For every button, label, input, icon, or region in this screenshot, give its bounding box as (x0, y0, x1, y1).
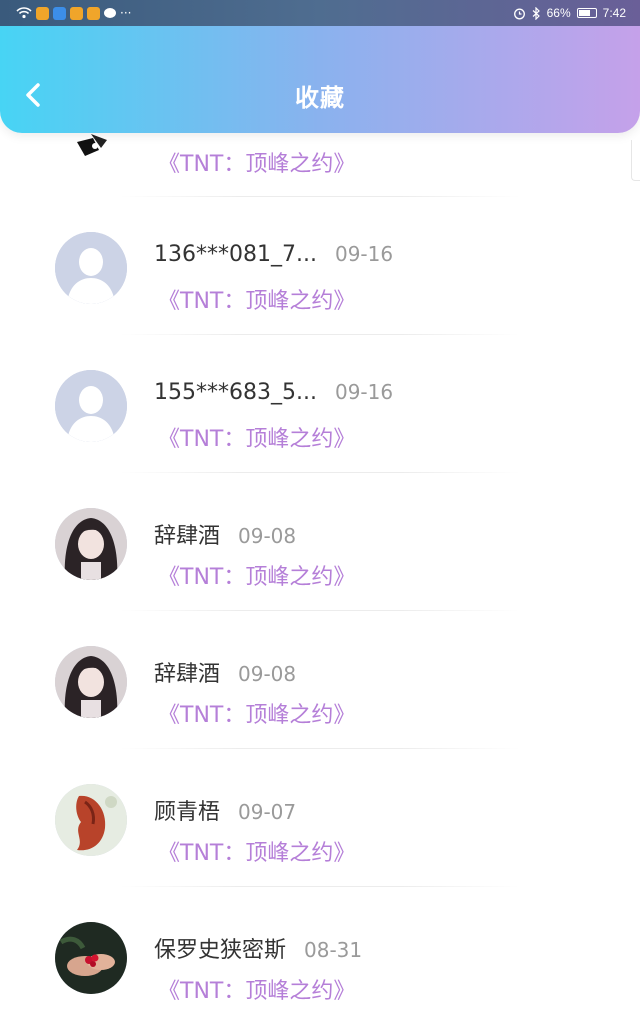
battery-percent: 66% (546, 6, 571, 20)
weibo-icon (70, 6, 83, 20)
status-bar: ··· 66% 7:42 (0, 0, 640, 26)
user-name: 顾青梧 (154, 800, 221, 825)
avatar (55, 784, 127, 856)
favorite-title: 《TNT：顶峰之约》 (158, 703, 356, 728)
name-line: 辞肆酒 09-08 (154, 656, 296, 688)
date: 09-07 (238, 800, 297, 824)
date: 08-31 (304, 938, 363, 962)
more-notifications: ··· (120, 6, 132, 20)
battery-icon (576, 8, 597, 18)
notification-icon (53, 6, 66, 20)
clock: 7:42 (602, 6, 626, 20)
avatar (55, 508, 127, 580)
favorite-title: 《TNT：顶峰之约》 (158, 565, 356, 590)
wifi-icon (16, 7, 32, 19)
favorite-title: 《TNT：顶峰之约》 (158, 152, 356, 177)
list-item[interactable]: 136***081_7... 09-16 《TNT：顶峰之约》 (0, 197, 640, 335)
user-name: 辞肆酒 (154, 662, 221, 687)
scroll-edge (631, 140, 640, 181)
name-line: 155***683_5... 09-16 (154, 380, 393, 405)
alarm-icon (513, 8, 525, 19)
avatar (55, 922, 127, 994)
avatar (55, 232, 127, 304)
favorites-list[interactable]: 《TNT：顶峰之约》 136***081_7... 09-16 《TNT：顶峰之… (0, 0, 640, 1024)
date: 09-08 (238, 662, 297, 686)
avatar (55, 370, 127, 442)
user-name: 辞肆酒 (154, 524, 221, 549)
page-title: 收藏 (295, 84, 345, 112)
list-item[interactable]: 顾青梧 09-07 《TNT：顶峰之约》 (0, 749, 640, 887)
system-icons: 66% 7:42 (513, 6, 626, 20)
list-item[interactable]: 保罗史狭密斯 08-31 《TNT：顶峰之约》 (0, 887, 640, 1025)
name-line: 顾青梧 09-07 (154, 794, 296, 826)
weibo-icon (36, 6, 49, 20)
list-item[interactable]: 辞肆酒 09-08 《TNT：顶峰之约》 (0, 611, 640, 749)
name-line: 辞肆酒 09-08 (154, 518, 296, 550)
wechat-icon (104, 8, 116, 18)
name-line: 136***081_7... 09-16 (154, 242, 393, 267)
list-item[interactable]: 辞肆酒 09-08 《TNT：顶峰之约》 (0, 473, 640, 611)
user-name: 155***683_5... (154, 380, 317, 405)
avatar (55, 646, 127, 718)
list-item[interactable]: 155***683_5... 09-16 《TNT：顶峰之约》 (0, 335, 640, 473)
favorite-title: 《TNT：顶峰之约》 (158, 427, 356, 452)
favorite-title: 《TNT：顶峰之约》 (158, 841, 356, 866)
date: 09-16 (334, 380, 394, 404)
user-name: 保罗史狭密斯 (154, 938, 287, 963)
favorite-title: 《TNT：顶峰之约》 (158, 289, 356, 314)
bluetooth-icon (532, 6, 540, 20)
notification-icons: ··· (16, 6, 131, 20)
favorite-title: 《TNT：顶峰之约》 (158, 979, 356, 1004)
date: 09-08 (238, 524, 297, 548)
header-bar: 收藏 (0, 26, 640, 133)
name-line: 保罗史狭密斯 08-31 (154, 932, 362, 964)
user-name: 136***081_7... (154, 242, 317, 267)
date: 09-16 (334, 242, 394, 266)
weibo-icon (87, 6, 100, 20)
